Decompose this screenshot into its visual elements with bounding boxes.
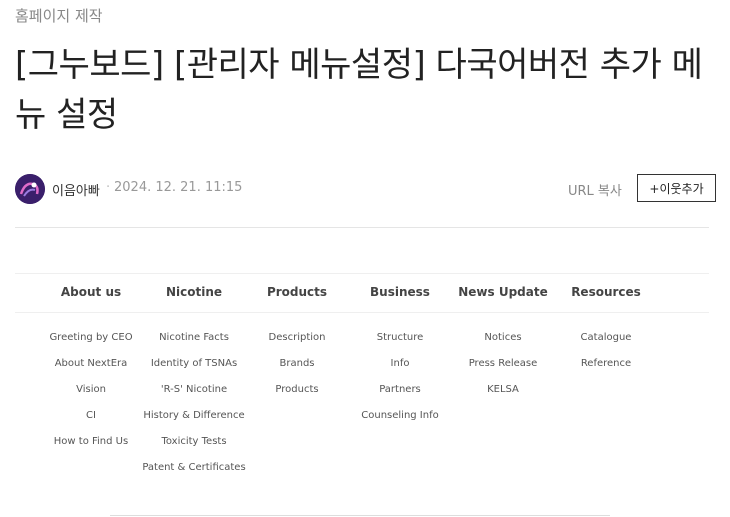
footer-column: Business Structure Info Partners Counseling …	[345, 284, 455, 435]
divider	[15, 227, 709, 228]
post-title: [그누보드] [관리자 메뉴설정] 다국어버전 추가 메뉴 설정	[15, 45, 703, 135]
footer-link[interactable]: CI	[36, 409, 146, 435]
footer-link-list: Notices Press Release KELSA	[448, 331, 558, 409]
author-name[interactable]: 이음아빠	[52, 180, 100, 199]
footer-link[interactable]: Reference	[551, 357, 661, 383]
footer-column-heading[interactable]: Resources	[551, 284, 661, 312]
footer-link[interactable]: How to Find Us	[36, 435, 146, 461]
footer-link[interactable]: Counseling Info	[345, 409, 455, 435]
footer-column: Nicotine Nicotine Facts Identity of TSNAs '…	[139, 284, 249, 487]
add-neighbor-button[interactable]: +이웃추가	[637, 174, 716, 202]
post-date: 2024. 12. 21. 11:15	[114, 180, 243, 195]
footer-divider-top	[15, 273, 709, 274]
footer-column-heading[interactable]: Nicotine	[139, 284, 249, 312]
footer-link-list: Description Brands Products	[242, 331, 352, 409]
avatar-image	[15, 174, 45, 204]
post-category[interactable]: 홈페이지 제작	[15, 5, 103, 26]
footer-link[interactable]: History & Difference	[139, 409, 249, 435]
footer-link[interactable]: Press Release	[448, 357, 558, 383]
footer-link[interactable]: Identity of TSNAs	[139, 357, 249, 383]
footer-column: About us Greeting by CEO About NextEra Visi…	[36, 284, 146, 461]
footer-link[interactable]: Vision	[36, 383, 146, 409]
footer-link-list: Structure Info Partners Counseling Info	[345, 331, 455, 435]
footer-link-list: Nicotine Facts Identity of TSNAs 'R-S' Nic…	[139, 331, 249, 487]
footer-column-heading[interactable]: About us	[36, 284, 146, 312]
footer-link[interactable]: Structure	[345, 331, 455, 357]
footer-column: Products Description Brands Products	[242, 284, 352, 409]
footer-link[interactable]: Catalogue	[551, 331, 661, 357]
footer-link[interactable]: Partners	[345, 383, 455, 409]
footer-link[interactable]: Description	[242, 331, 352, 357]
footer-link[interactable]: KELSA	[448, 383, 558, 409]
footer-column-heading[interactable]: Products	[242, 284, 352, 312]
footer-link[interactable]: Toxicity Tests	[139, 435, 249, 461]
footer-link[interactable]: Nicotine Facts	[139, 331, 249, 357]
footer-link-list: Catalogue Reference	[551, 331, 661, 383]
footer-link[interactable]: Brands	[242, 357, 352, 383]
meta-separator: ·	[106, 180, 111, 195]
author-avatar[interactable]	[15, 174, 45, 204]
footer-link-list: Greeting by CEO About NextEra Vision CI How …	[36, 331, 146, 461]
footer-link[interactable]: Products	[242, 383, 352, 409]
footer-column-heading[interactable]: News Update	[448, 284, 558, 312]
footer-column: Resources Catalogue Reference	[551, 284, 661, 383]
footer-link[interactable]: Patent & Certificates	[139, 461, 249, 487]
footer-column: News Update Notices Press Release KELSA	[448, 284, 558, 409]
footer-divider-bottom	[110, 515, 610, 516]
footer-link[interactable]: Notices	[448, 331, 558, 357]
footer-link[interactable]: 'R-S' Nicotine	[139, 383, 249, 409]
footer-link[interactable]: Info	[345, 357, 455, 383]
footer-link[interactable]: Greeting by CEO	[36, 331, 146, 357]
footer-column-heading[interactable]: Business	[345, 284, 455, 312]
url-copy-button[interactable]: URL 복사	[568, 180, 622, 199]
footer-link[interactable]: About NextEra	[36, 357, 146, 383]
